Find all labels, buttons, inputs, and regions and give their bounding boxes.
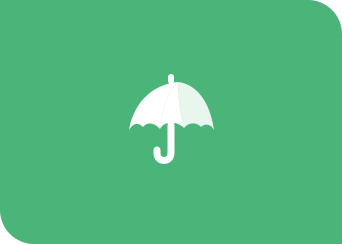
umbrella-canopy-shade — [178, 82, 214, 130]
umbrella-tip — [168, 74, 174, 84]
umbrella-handle — [153, 121, 175, 164]
category-tile[interactable] — [0, 0, 342, 244]
umbrella-icon — [116, 67, 226, 177]
